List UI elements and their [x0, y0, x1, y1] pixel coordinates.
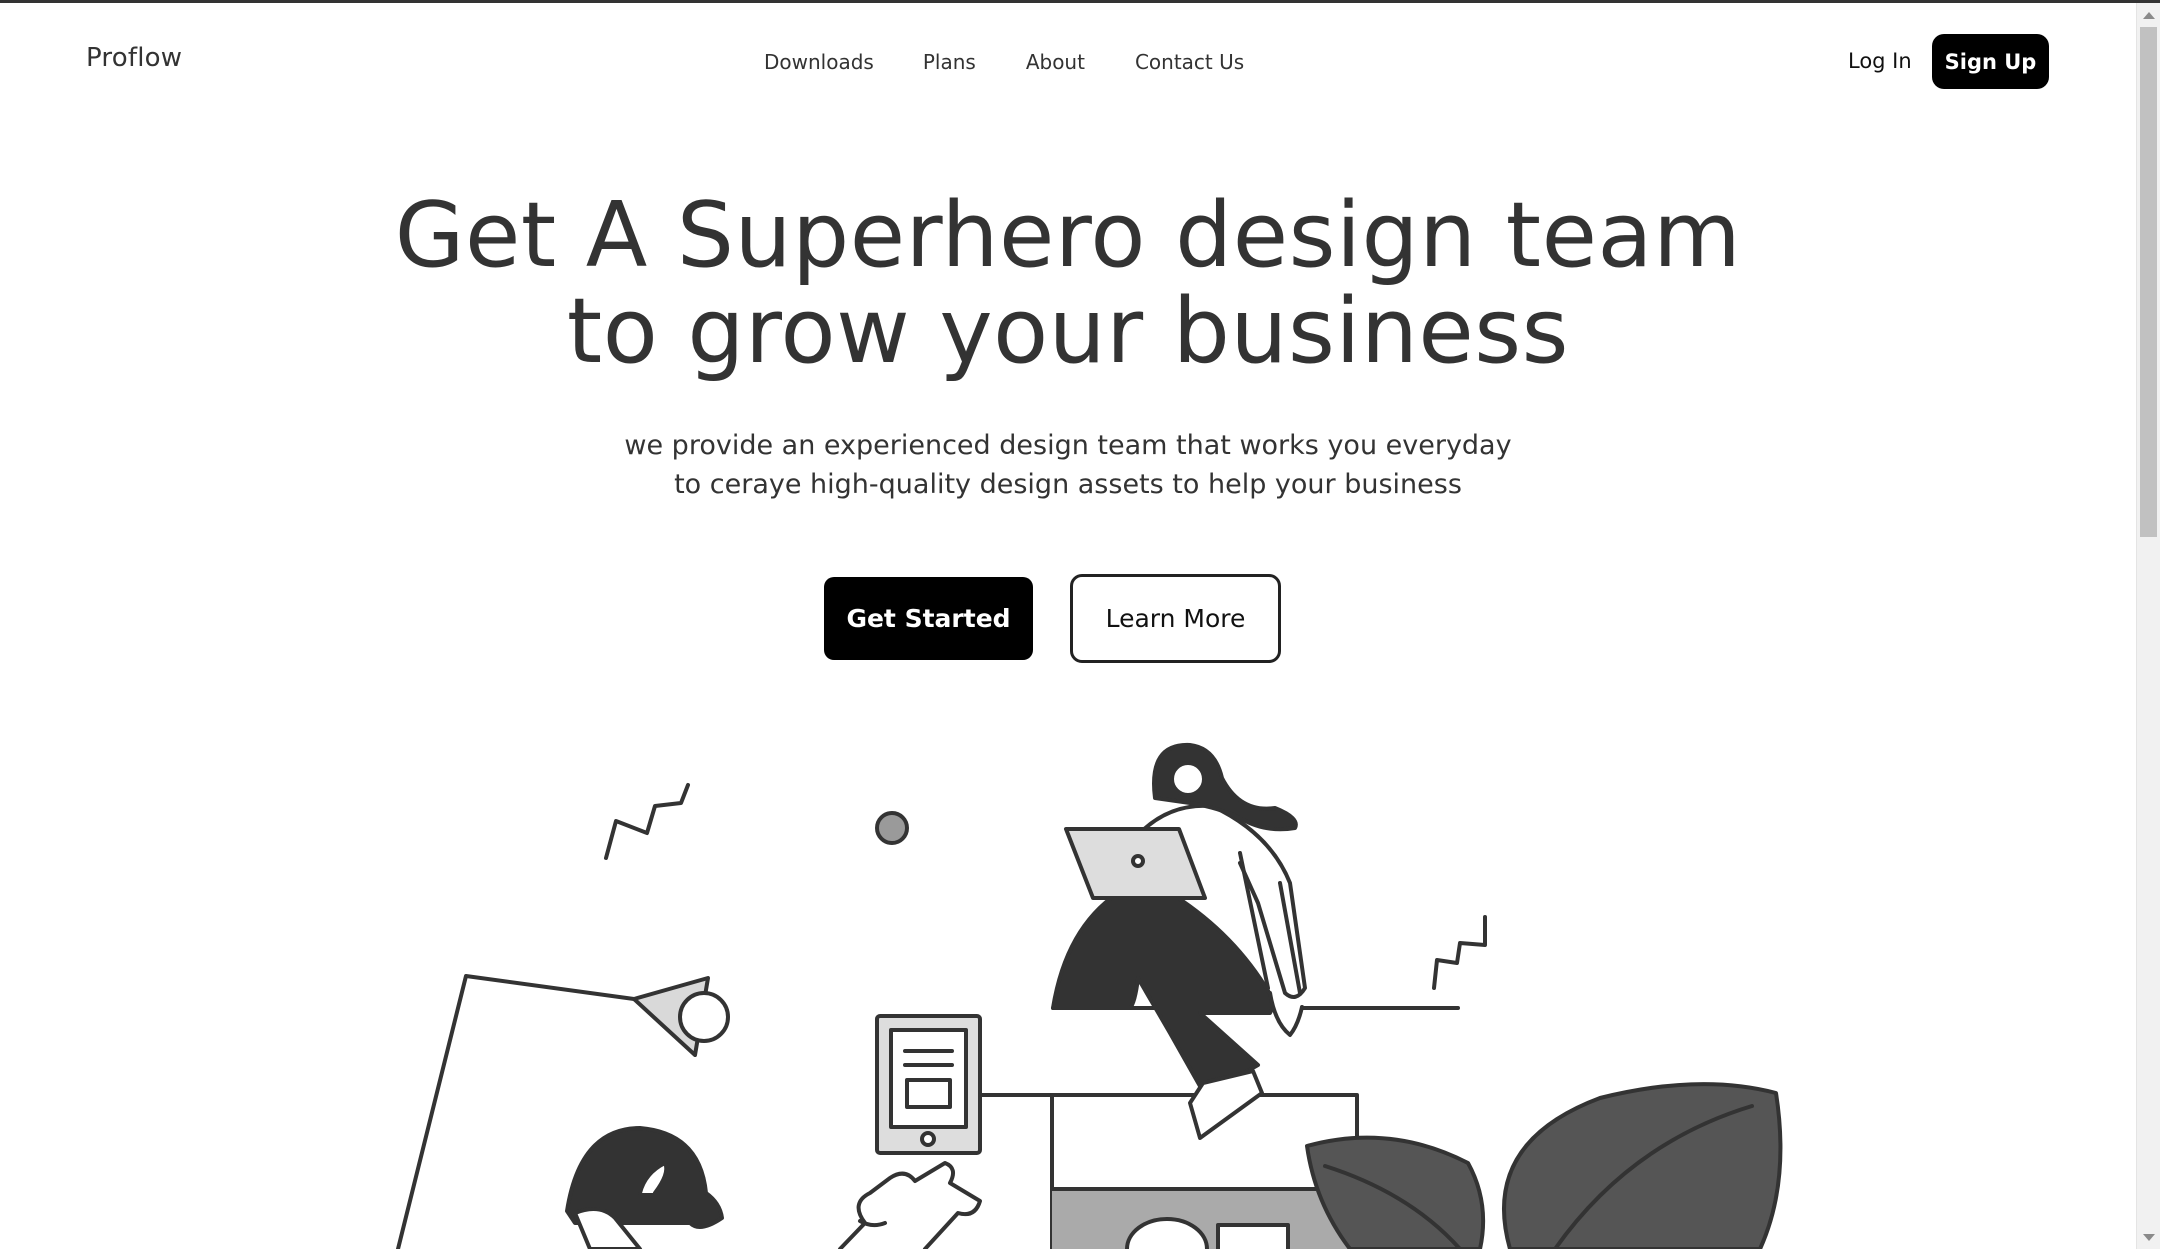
page-viewport: Proflow Downloads Plans About Contact Us…: [0, 3, 2136, 1249]
girl-body: [1138, 803, 1307, 999]
brand-logo[interactable]: Proflow: [86, 43, 182, 73]
hero-subtext: we provide an experienced design team th…: [468, 426, 1668, 504]
hero-subtext-line-2: to ceraye high-quality design assets to …: [674, 469, 1462, 500]
scroll-up-arrow-icon[interactable]: [2137, 3, 2160, 27]
desk-lamp-bulb: [678, 991, 730, 1043]
tablet: [875, 1014, 982, 1155]
nav-link-about[interactable]: About: [1026, 50, 1085, 74]
laptop: [1064, 827, 1207, 900]
get-started-button[interactable]: Get Started: [824, 577, 1033, 660]
leaf-small: [1305, 1135, 1486, 1249]
hero-headline: Get A Superhero design team to grow your…: [268, 188, 1868, 380]
zigzag-left-decoration: [604, 783, 690, 860]
desk-lamp-shade: [632, 976, 710, 1057]
hero-headline-line-1: Get A Superhero design team: [394, 183, 1742, 288]
box-block: [1050, 1093, 1359, 1249]
person-hair: [565, 1126, 724, 1229]
girl-legs: [1051, 891, 1277, 1097]
desk-lamp-arm: [396, 974, 636, 1249]
ball-decoration: [875, 811, 909, 845]
login-link[interactable]: Log In: [1848, 49, 1912, 73]
girl-face: [1170, 761, 1206, 797]
zigzag-right-decoration: [1432, 915, 1487, 990]
nav-link-downloads[interactable]: Downloads: [764, 50, 874, 74]
leaf-large: [1502, 1082, 1783, 1249]
nav-link-plans[interactable]: Plans: [923, 50, 976, 74]
learn-more-button[interactable]: Learn More: [1070, 574, 1281, 663]
signup-button[interactable]: Sign Up: [1932, 34, 2049, 89]
waving-hand: [838, 1161, 982, 1249]
nav-link-contact[interactable]: Contact Us: [1135, 50, 1244, 74]
scroll-thumb[interactable]: [2140, 27, 2157, 537]
scroll-down-arrow-icon[interactable]: [2137, 1225, 2160, 1249]
hero-subtext-line-1: we provide an experienced design team th…: [624, 430, 1512, 461]
vertical-scrollbar[interactable]: [2136, 3, 2160, 1249]
girl-hair: [1152, 742, 1298, 832]
main-nav: Downloads Plans About Contact Us: [764, 50, 1244, 74]
hero-headline-line-2: to grow your business: [566, 279, 1570, 384]
